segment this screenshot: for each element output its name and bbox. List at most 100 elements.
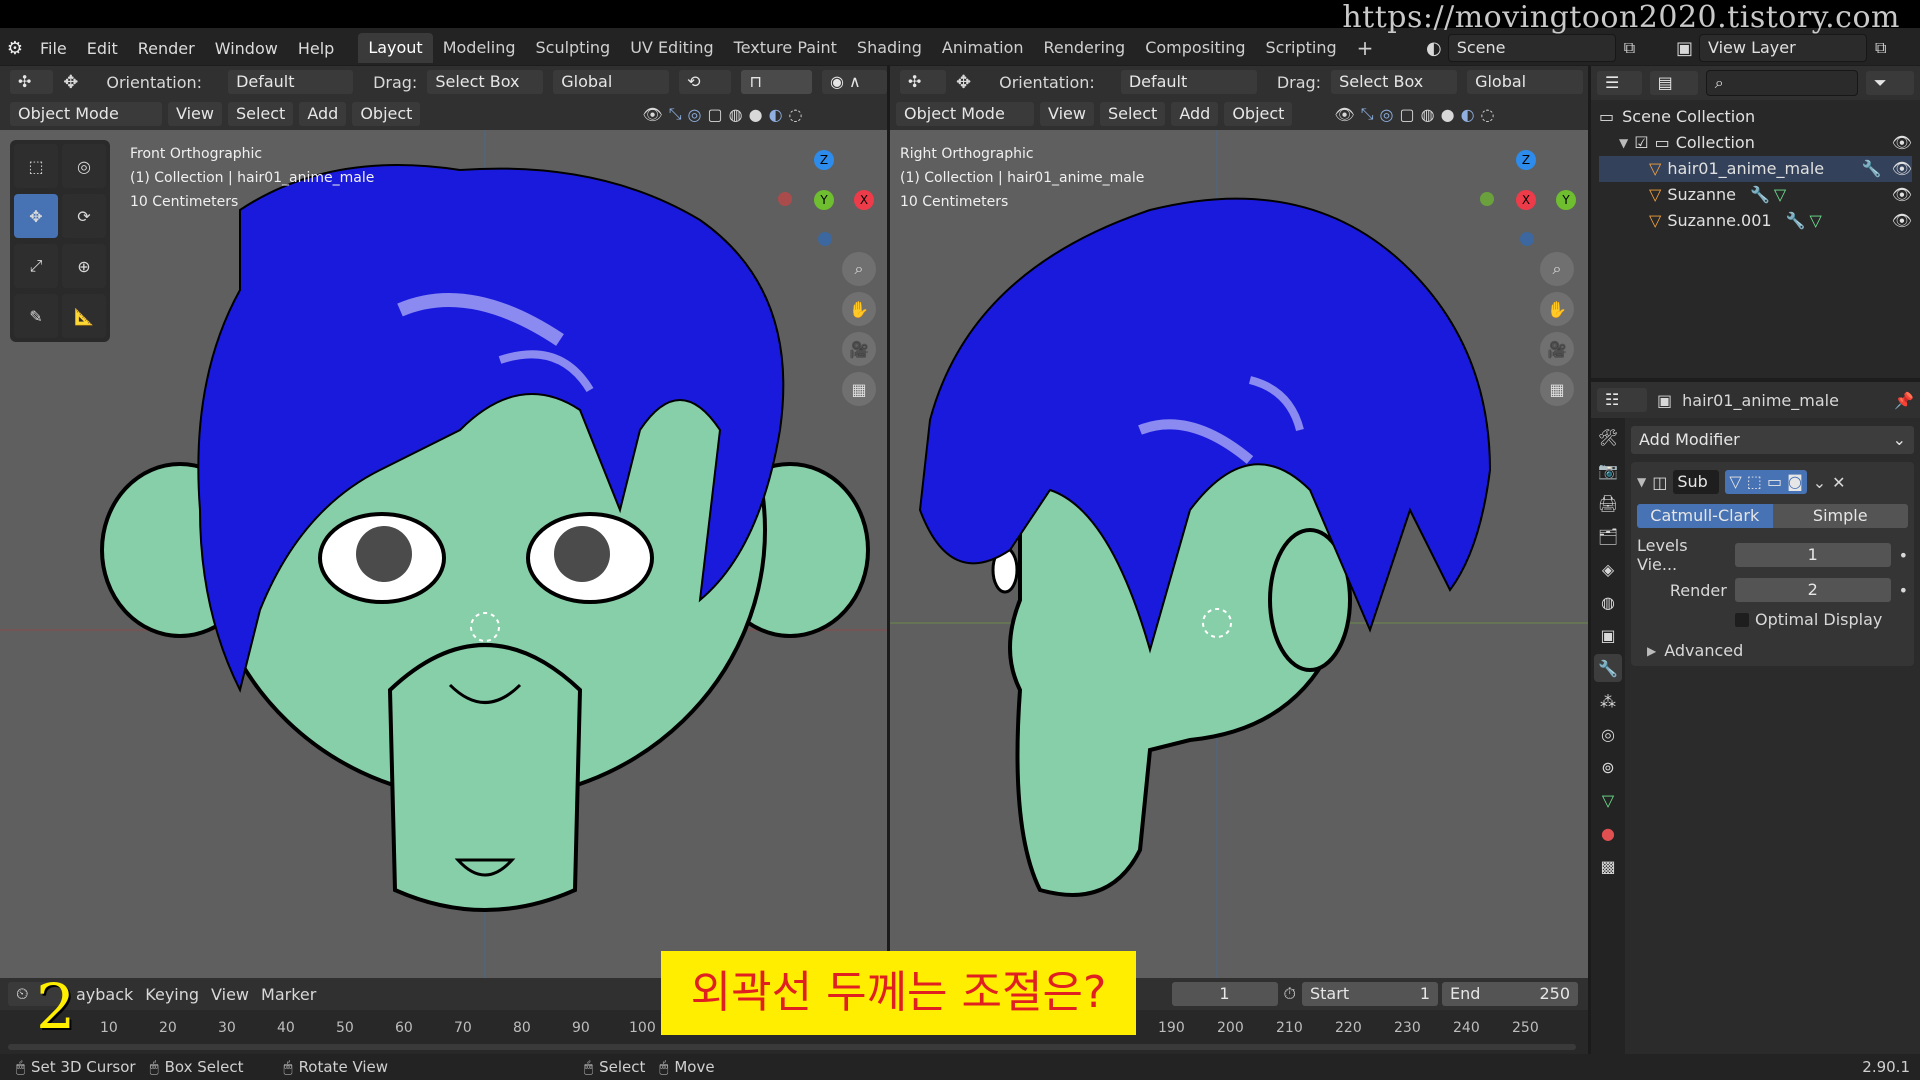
scene-field[interactable]: Scene [1447,34,1616,62]
tab-rendering[interactable]: Rendering [1034,33,1136,63]
pin-icon[interactable]: 📌 [1894,391,1914,410]
right-viewport[interactable]: Right Orthographic (1) Collection | hair… [890,130,1588,978]
blender-logo-icon[interactable]: ⚙ [0,38,30,59]
eye-icon[interactable]: 👁 [1892,208,1912,234]
add-modifier-button[interactable]: Add Modifier ⌄ [1631,426,1914,454]
gizmo-x[interactable]: X [1516,190,1536,210]
rendered-shading-icon[interactable]: ◌ [789,105,803,124]
navigation-gizmo[interactable]: Z X Y [1480,150,1580,250]
menu-help[interactable]: Help [288,39,344,58]
render-tab-icon[interactable]: 📷 [1594,456,1622,484]
modifier-toggles[interactable]: ▽ ⬚ ▭ ◙ [1725,470,1807,494]
drag-dropdown[interactable]: Select Box [1331,70,1458,94]
select-tool-icon[interactable]: ⬚ [14,144,58,188]
gizmo-z[interactable]: Z [1516,150,1536,170]
outliner-editor-icon[interactable]: ☰ [1597,71,1642,95]
wireframe-shading-icon[interactable]: ◍ [729,105,743,124]
xray-icon[interactable]: ▢ [708,105,723,124]
modifier-tab-icon[interactable]: 🔧 [1594,654,1622,682]
scene-tab-icon[interactable]: ◈ [1594,555,1622,583]
material-shading-icon[interactable]: ◐ [769,105,783,124]
tab-sculpting[interactable]: Sculpting [525,33,620,63]
particles-tab-icon[interactable]: ⁂ [1594,687,1622,715]
properties-editor-icon[interactable]: ☷ [1597,388,1647,412]
navigation-gizmo[interactable]: Z Y X [778,150,878,250]
outliner-scene-collection[interactable]: ▭ Scene Collection [1599,104,1912,130]
add-menu[interactable]: Add [1171,102,1219,126]
current-frame-field[interactable]: 1 [1171,982,1278,1006]
eye-icon[interactable]: 👁 [1892,156,1912,182]
scene-selector[interactable]: ◐ Scene ⧉ [1426,34,1635,62]
keyframe-dot-icon[interactable]: • [1899,581,1908,600]
tool-tab-icon[interactable]: 🛠 [1594,423,1622,451]
gizmo-toggle-icon[interactable]: ⤡ [1361,104,1374,124]
menu-edit[interactable]: Edit [77,39,128,58]
cursor-tool-icon[interactable]: ◎ [62,144,106,188]
world-tab-icon[interactable]: ◍ [1594,588,1622,616]
wireframe-shading-icon[interactable]: ◍ [1421,105,1435,124]
mesh-data-icon[interactable]: ▽ [1774,182,1786,208]
playback-menu[interactable]: ayback [76,985,133,1004]
optimal-display-checkbox[interactable] [1735,612,1749,627]
transform-orientation-dropdown[interactable]: Global [1467,70,1584,94]
solid-shading-icon[interactable]: ● [1441,105,1455,124]
object-menu[interactable]: Object [352,102,421,126]
transform-tool-icon[interactable]: ⊕ [62,244,106,288]
transform-pivot-icon[interactable]: ✥ [63,72,78,93]
visibility-icon[interactable]: 👁 [1334,105,1354,124]
pan-hand-icon[interactable]: ✋ [842,292,876,326]
modifier-name-field[interactable]: Sub [1673,470,1720,494]
object-tab-icon[interactable]: ▣ [1594,621,1622,649]
add-workspace-button[interactable]: + [1347,33,1384,63]
timeline-view-menu[interactable]: View [211,985,249,1004]
gizmo-x[interactable]: X [854,190,874,210]
view-menu[interactable]: View [1040,102,1094,126]
stopwatch-icon[interactable]: ⏱ [1284,984,1296,1004]
pivot-icon[interactable]: ⟲ [679,70,732,94]
display-mode-icon[interactable]: ▤ [1649,71,1698,95]
snap-icon[interactable]: ⊓ [741,70,812,94]
tab-texture-paint[interactable]: Texture Paint [724,33,847,63]
gizmo-y[interactable]: Y [814,190,834,210]
remove-modifier-icon[interactable]: ✕ [1832,473,1845,492]
filter-icon[interactable]: ⏷ [1865,71,1914,95]
start-frame-field[interactable]: Start 1 [1302,982,1438,1006]
data-tab-icon[interactable]: ▽ [1594,786,1622,814]
checkbox-icon[interactable]: ☑ [1634,130,1648,156]
tab-compositing[interactable]: Compositing [1135,33,1255,63]
material-shading-icon[interactable]: ◐ [1461,105,1475,124]
measure-tool-icon[interactable]: 📐 [62,294,106,338]
outliner-item-suzanne-001[interactable]: ▽ Suzanne.001 🔧 ▽ 👁 [1599,208,1912,234]
keyframe-dot-icon[interactable]: • [1899,546,1908,565]
material-tab-icon[interactable]: ● [1594,819,1622,847]
overlay-icon[interactable]: ◎ [1380,105,1394,124]
gizmo-z[interactable]: Z [814,150,834,170]
menu-file[interactable]: File [30,39,77,58]
left-viewport[interactable]: Front Orthographic (1) Collection | hair… [0,130,887,978]
modifier-menu-icon[interactable]: ⌄ [1813,473,1826,492]
constraints-tab-icon[interactable]: ⊚ [1594,753,1622,781]
simple-option[interactable]: Simple [1772,504,1908,528]
rendered-shading-icon[interactable]: ◌ [1481,105,1495,124]
visibility-icon[interactable]: 👁 [642,105,662,124]
outliner-collection[interactable]: ▼ ☑ ▭ Collection 👁 [1599,130,1912,156]
editor-type-icon[interactable]: ✣ [900,70,946,94]
camera-icon[interactable]: 🎥 [1540,332,1574,366]
collapse-icon[interactable]: ▼ [1637,475,1646,489]
orientation-dropdown[interactable]: Default [1120,70,1257,94]
view-layer-selector[interactable]: ▣ View Layer ⧉ [1676,34,1886,62]
menu-render[interactable]: Render [128,39,205,58]
marker-menu[interactable]: Marker [261,985,316,1004]
camera-icon[interactable]: 🎥 [842,332,876,366]
rotate-tool-icon[interactable]: ⟳ [62,194,106,238]
mode-dropdown[interactable]: Object Mode [10,102,162,126]
wrench-icon[interactable]: 🔧 [1750,182,1770,208]
move-tool-icon[interactable]: ✥ [14,194,58,238]
copy-view-layer-icon[interactable]: ⧉ [1875,38,1886,58]
editor-type-icon[interactable]: ✣ [10,70,54,94]
tab-layout[interactable]: Layout [358,33,433,63]
expand-icon[interactable]: ▶ [1647,644,1656,658]
texture-tab-icon[interactable]: ▩ [1594,852,1622,880]
view-layer-tab-icon[interactable]: 🗂 [1594,522,1622,550]
scale-tool-icon[interactable]: ⤢ [14,244,58,288]
